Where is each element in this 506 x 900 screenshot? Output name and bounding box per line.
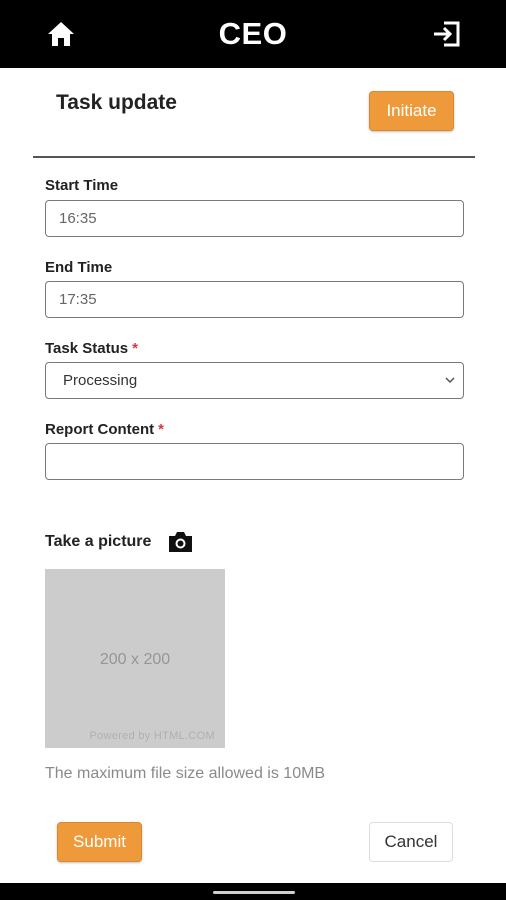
submit-button[interactable]: Submit — [57, 822, 142, 862]
start-time-label: Start Time — [45, 177, 119, 194]
app-title: CEO — [218, 16, 288, 51]
initiate-button[interactable]: Initiate — [369, 91, 454, 131]
system-nav-bar — [0, 883, 506, 900]
powered-by-text: Powered by HTML.COM — [89, 730, 215, 742]
start-time-field[interactable]: 16:35 — [45, 200, 464, 237]
logout-icon[interactable] — [432, 20, 462, 48]
required-mark: * — [158, 421, 164, 438]
end-time-label: End Time — [45, 259, 113, 276]
report-content-field[interactable] — [45, 443, 464, 480]
camera-icon[interactable] — [167, 530, 194, 554]
file-size-note: The maximum file size allowed is 10MB — [45, 765, 326, 782]
page-title: Task update — [56, 91, 177, 114]
task-status-select[interactable]: Processing — [45, 362, 464, 399]
task-status-label: Task Status * — [45, 340, 138, 357]
app-header: CEO — [0, 0, 506, 68]
placeholder-size-text: 200 x 200 — [99, 651, 171, 668]
task-status-selected: Processing — [63, 372, 138, 389]
task-status-label-text: Task Status — [45, 340, 129, 357]
home-gesture-handle[interactable] — [213, 891, 295, 894]
chevron-down-icon — [445, 377, 455, 384]
required-mark: * — [132, 340, 138, 357]
header-divider — [33, 156, 475, 158]
report-content-label: Report Content * — [45, 421, 164, 438]
cancel-button[interactable]: Cancel — [369, 822, 453, 862]
report-content-label-text: Report Content — [45, 421, 155, 438]
take-picture-label: Take a picture — [45, 533, 152, 550]
end-time-field[interactable]: 17:35 — [45, 281, 464, 318]
picture-placeholder[interactable]: 200 x 200 Powered by HTML.COM — [45, 569, 225, 748]
